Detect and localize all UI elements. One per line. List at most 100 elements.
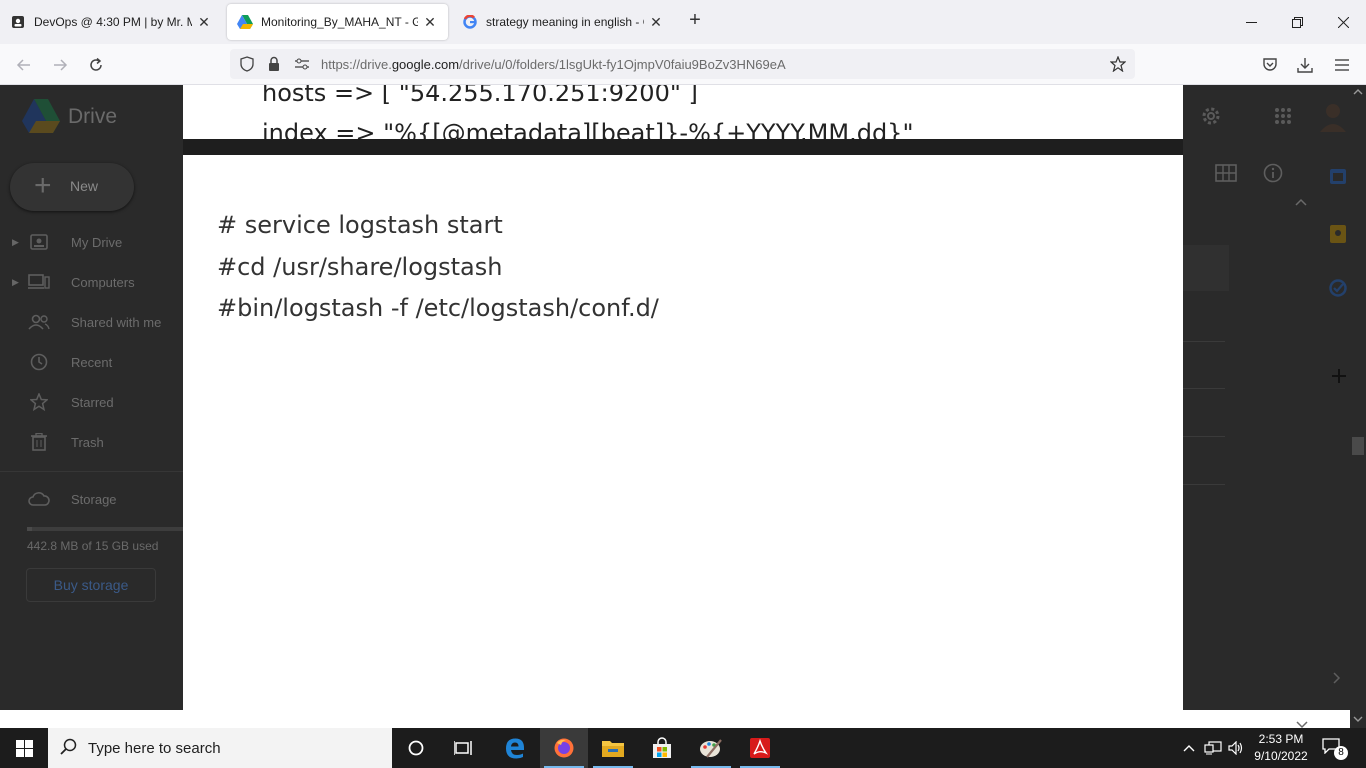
taskbar-search-box[interactable]: Type here to search [48, 728, 392, 768]
firefox-icon[interactable] [540, 728, 588, 768]
sidebar-item-label: Trash [71, 434, 104, 450]
minimize-icon[interactable] [1228, 0, 1274, 44]
buy-storage-button[interactable]: Buy storage [26, 568, 156, 602]
tab-strategy[interactable]: strategy meaning in english - G ✕ [452, 4, 674, 40]
list-divider [1183, 341, 1225, 342]
search-placeholder: Type here to search [88, 740, 221, 757]
bookmark-star-icon[interactable] [1109, 55, 1127, 73]
grid-view-icon[interactable] [1215, 164, 1237, 187]
tasks-icon[interactable] [1329, 279, 1347, 302]
vertical-scrollbar[interactable] [1350, 85, 1366, 728]
sidebar-item-recent[interactable]: Recent [0, 346, 183, 378]
task-view-icon[interactable] [440, 728, 488, 768]
forward-arrow-icon[interactable] [47, 52, 73, 78]
back-arrow-icon[interactable] [11, 52, 37, 78]
windows-start-icon[interactable] [0, 728, 48, 768]
edge-browser-icon[interactable] [491, 728, 539, 768]
sidebar-item-label: Recent [71, 354, 113, 370]
close-icon[interactable]: ✕ [422, 14, 438, 31]
list-divider [1183, 484, 1225, 485]
apps-grid-icon[interactable] [1274, 107, 1292, 130]
info-icon[interactable] [1263, 163, 1283, 188]
new-tab-button[interactable]: + [684, 10, 706, 32]
notification-badge: 8 [1334, 746, 1348, 760]
drive-icon [237, 14, 253, 30]
trash-icon [28, 431, 50, 453]
close-icon[interactable]: ✕ [648, 14, 664, 31]
tab-monitoring[interactable]: Monitoring_By_MAHA_NT - Go ✕ [227, 4, 448, 40]
settings-gear-icon[interactable] [1200, 105, 1222, 132]
calendar-icon[interactable] [1329, 167, 1347, 190]
pocket-icon[interactable] [1257, 52, 1283, 78]
close-icon[interactable]: ✕ [196, 14, 212, 31]
notification-center-icon[interactable]: 8 [1322, 738, 1348, 760]
tray-chevron-up-icon[interactable] [1180, 728, 1198, 768]
new-button-label: New [70, 178, 99, 194]
scroll-down-icon[interactable] [1353, 715, 1363, 726]
storage-progress-fill [27, 527, 32, 531]
expand-arrow-icon[interactable]: ▶ [12, 237, 19, 248]
list-divider [1183, 436, 1225, 437]
keep-icon[interactable] [1329, 224, 1347, 249]
expand-panel-icon[interactable] [1333, 668, 1341, 689]
sidebar-item-label: Starred [71, 394, 114, 410]
chevron-up-icon[interactable] [1295, 198, 1307, 209]
restore-icon[interactable] [1274, 0, 1320, 44]
previous-slide-line: hosts => [ "54.255.170.251:9200" ] [262, 85, 698, 107]
url-suffix: /drive/u/0/folders/1lsgUkt-fy1OjmpV0faiu… [459, 57, 786, 72]
slide-command-line: #cd /usr/share/logstash [217, 253, 503, 281]
cortana-icon[interactable] [392, 728, 440, 768]
slide-command-line: #bin/logstash -f /etc/logstash/conf.d/ [217, 294, 659, 322]
expand-arrow-icon[interactable]: ▶ [12, 277, 19, 288]
tab-devops[interactable]: DevOps @ 4:30 PM | by Mr. Mah ✕ [0, 4, 222, 40]
drive-logo-icon [22, 99, 60, 138]
lock-icon[interactable] [265, 55, 283, 73]
menu-icon[interactable] [1329, 52, 1355, 78]
drive-app-name: Drive [68, 105, 118, 128]
tab-title: DevOps @ 4:30 PM | by Mr. Mah [34, 15, 192, 29]
acrobat-reader-icon[interactable] [736, 728, 784, 768]
sidebar-item-my-drive[interactable]: ▶ My Drive [0, 226, 183, 258]
url-text[interactable]: https://drive.google.com/drive/u/0/folde… [321, 57, 786, 72]
reload-icon[interactable] [83, 52, 109, 78]
slide-command-line: # service logstash start [217, 211, 503, 239]
address-bar[interactable]: https://drive.google.com/drive/u/0/folde… [230, 49, 1135, 79]
url-domain: google.com [391, 57, 460, 72]
clock-icon [28, 351, 50, 373]
sidebar-item-label: Storage [71, 491, 117, 507]
avatar[interactable] [1318, 100, 1348, 137]
search-icon [60, 738, 78, 761]
window-close-icon[interactable] [1320, 0, 1366, 44]
screen: DevOps @ 4:30 PM | by Mr. Mah ✕ Monitori… [0, 0, 1366, 768]
contact-icon [10, 14, 26, 30]
network-icon[interactable] [1202, 728, 1224, 768]
previous-slide[interactable]: hosts => [ "54.255.170.251:9200" ] index… [183, 85, 1183, 139]
sidebar-item-computers[interactable]: ▶ Computers [0, 266, 183, 298]
sidebar-item-trash[interactable]: Trash [0, 426, 183, 458]
slide-separator [183, 139, 1183, 155]
scroll-up-icon[interactable] [1353, 87, 1363, 98]
shield-icon[interactable] [238, 55, 256, 73]
cloud-icon [28, 488, 50, 510]
navigation-toolbar: https://drive.google.com/drive/u/0/folde… [0, 44, 1366, 85]
add-addon-icon[interactable] [1331, 368, 1347, 389]
sidebar-divider [0, 471, 183, 472]
store-icon[interactable] [638, 728, 686, 768]
file-explorer-icon[interactable] [589, 728, 637, 768]
sidebar-item-shared-with-me[interactable]: Shared with me [0, 306, 183, 338]
paint-icon[interactable] [687, 728, 735, 768]
selected-row[interactable] [1183, 245, 1229, 291]
permissions-icon[interactable] [293, 55, 311, 73]
sidebar-item-storage[interactable]: Storage [0, 483, 183, 515]
volume-icon[interactable] [1226, 728, 1246, 768]
scrollbar-thumb[interactable] [1352, 437, 1364, 455]
sidebar-item-label: Computers [71, 274, 135, 290]
current-slide[interactable]: # service logstash start #cd /usr/share/… [183, 155, 1183, 718]
previous-slide-line: index => "%{[@metadata][beat]}-%{+YYYY.M… [262, 119, 914, 139]
downloads-icon[interactable] [1292, 52, 1318, 78]
new-button[interactable]: + New [10, 163, 134, 211]
browser-tab-bar: DevOps @ 4:30 PM | by Mr. Mah ✕ Monitori… [0, 0, 1366, 44]
google-icon [462, 14, 478, 30]
sidebar-item-starred[interactable]: Starred [0, 386, 183, 418]
taskbar-clock[interactable]: 2:53 PM 9/10/2022 [1248, 731, 1314, 765]
